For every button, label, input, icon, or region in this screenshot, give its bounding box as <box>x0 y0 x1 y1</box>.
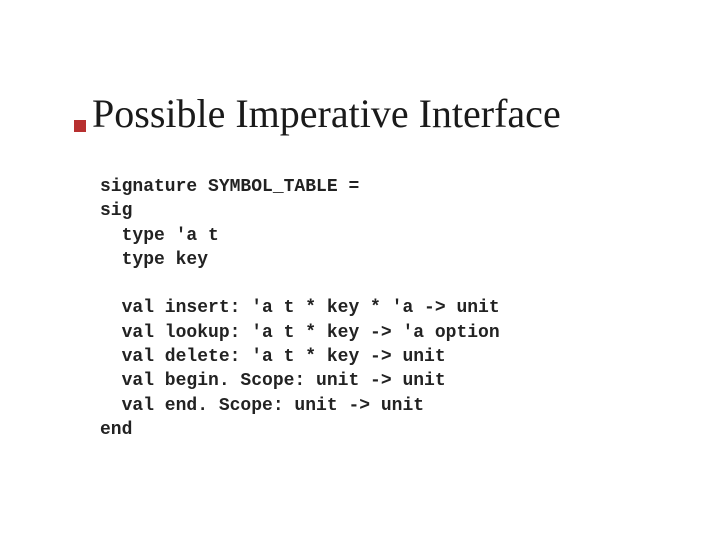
code-line: val insert: 'a t * key * 'a -> unit <box>100 298 500 318</box>
code-line: val delete: 'a t * key -> unit <box>100 347 446 367</box>
code-line: type key <box>100 250 208 270</box>
code-line: end <box>100 420 132 440</box>
code-block: signature SYMBOL_TABLE = sig type 'a t t… <box>100 175 500 442</box>
title-block: Possible Imperative Interface <box>92 93 561 135</box>
code-line: signature SYMBOL_TABLE = <box>100 177 359 197</box>
code-line: type 'a t <box>100 226 219 246</box>
code-line: val end. Scope: unit -> unit <box>100 396 424 416</box>
title-bullet-icon <box>74 120 86 132</box>
code-line: sig <box>100 201 132 221</box>
slide: Possible Imperative Interface signature … <box>0 0 720 540</box>
slide-title: Possible Imperative Interface <box>92 93 561 135</box>
code-line: val begin. Scope: unit -> unit <box>100 371 446 391</box>
code-line: val lookup: 'a t * key -> 'a option <box>100 323 500 343</box>
